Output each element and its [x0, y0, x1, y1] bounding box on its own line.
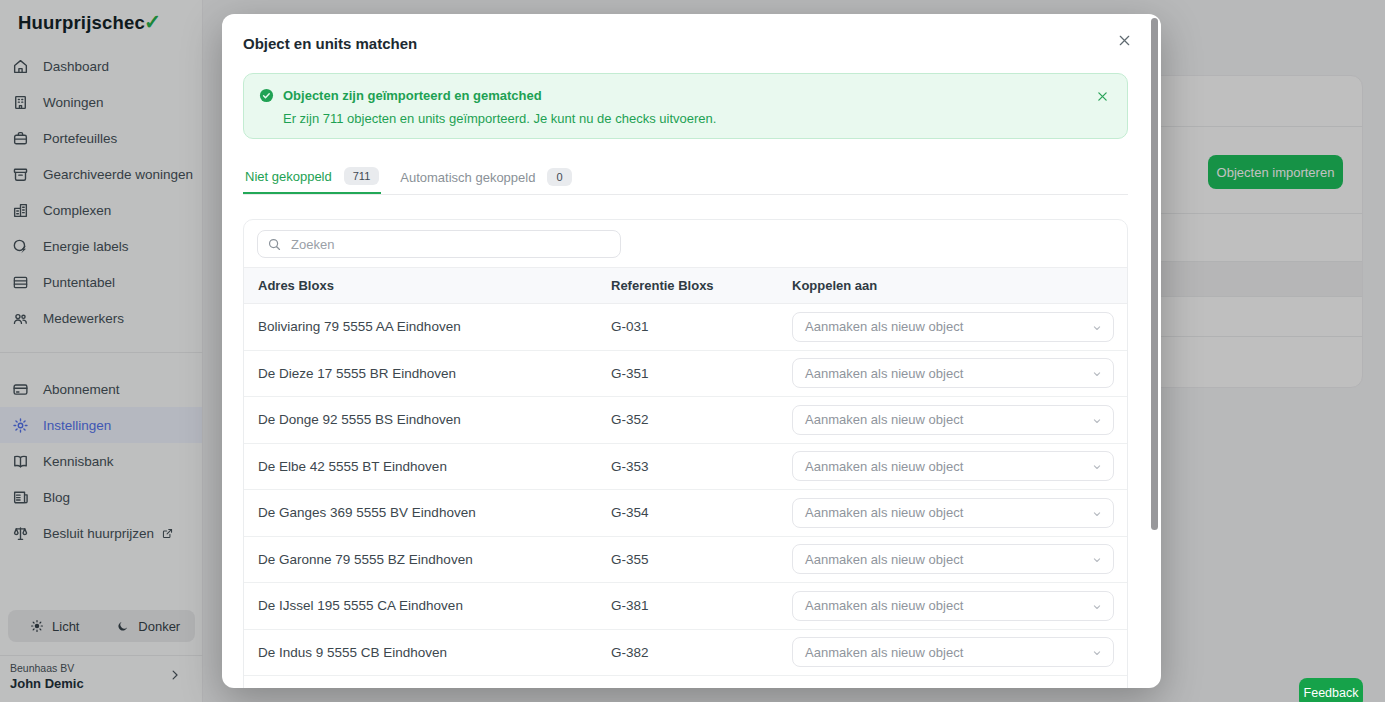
row-reference: G-382	[597, 645, 792, 660]
tab-automatisch-gekoppeld[interactable]: Automatisch gekoppeld 0	[398, 160, 573, 194]
table-row: De Elbe 42 5555 BT Eindhoven G-353 Aanma…	[244, 444, 1127, 491]
table-row: De Donge 92 5555 BS Eindhoven G-352 Aanm…	[244, 397, 1127, 444]
chevron-down-icon	[1091, 415, 1103, 427]
row-address: De Dieze 17 5555 BR Eindhoven	[244, 366, 597, 381]
alert-close-icon[interactable]	[1096, 90, 1109, 103]
koppelen-dropdown[interactable]: Aanmaken als nieuw object	[792, 451, 1114, 481]
alert-title: Objecten zijn geïmporteerd en gematched	[283, 88, 542, 103]
table-row: Boliviaring 79 5555 AA Eindhoven G-031 A…	[244, 304, 1127, 351]
chevron-down-icon	[1091, 554, 1103, 566]
row-reference: G-353	[597, 459, 792, 474]
row-reference: G-031	[597, 319, 792, 334]
table-row-partial	[244, 676, 1127, 688]
koppelen-dropdown[interactable]: Aanmaken als nieuw object	[792, 312, 1114, 342]
row-reference: G-354	[597, 505, 792, 520]
feedback-button[interactable]: Feedback	[1299, 678, 1363, 702]
column-header-adres: Adres Bloxs	[244, 278, 597, 293]
table-body: Boliviaring 79 5555 AA Eindhoven G-031 A…	[244, 304, 1127, 676]
modal-close-icon[interactable]	[1117, 33, 1132, 48]
row-address: Boliviaring 79 5555 AA Eindhoven	[244, 319, 597, 334]
chevron-down-icon	[1091, 322, 1103, 334]
modal-scrollbar[interactable]	[1151, 18, 1158, 530]
row-reference: G-351	[597, 366, 792, 381]
row-address: De Elbe 42 5555 BT Eindhoven	[244, 459, 597, 474]
koppelen-dropdown[interactable]: Aanmaken als nieuw object	[792, 405, 1114, 435]
chevron-down-icon	[1091, 368, 1103, 380]
row-address: De Donge 92 5555 BS Eindhoven	[244, 412, 597, 427]
match-objects-modal: Object en units matchen Objecten zijn ge…	[222, 14, 1161, 688]
row-reference: G-355	[597, 552, 792, 567]
modal-tabs: Niet gekoppeld 711 Automatisch gekoppeld…	[243, 160, 1128, 195]
koppelen-dropdown[interactable]: Aanmaken als nieuw object	[792, 544, 1114, 574]
row-reference: G-352	[597, 412, 792, 427]
row-address: De Indus 9 5555 CB Eindhoven	[244, 645, 597, 660]
column-header-koppelen: Koppelen aan	[792, 278, 1127, 293]
column-header-referentie: Referentie Bloxs	[597, 278, 792, 293]
success-alert: Objecten zijn geïmporteerd en gematched …	[243, 73, 1128, 139]
table-row: De Garonne 79 5555 BZ Eindhoven G-355 Aa…	[244, 537, 1127, 584]
modal-title: Object en units matchen	[243, 35, 417, 52]
table-header: Adres Bloxs Referentie Bloxs Koppelen aa…	[244, 267, 1127, 304]
tab-badge: 0	[547, 168, 571, 186]
chevron-down-icon	[1091, 601, 1103, 613]
chevron-down-icon	[1091, 647, 1103, 659]
koppelen-dropdown[interactable]: Aanmaken als nieuw object	[792, 637, 1114, 667]
koppelen-dropdown[interactable]: Aanmaken als nieuw object	[792, 591, 1114, 621]
koppelen-dropdown[interactable]: Aanmaken als nieuw object	[792, 498, 1114, 528]
table-row: De Dieze 17 5555 BR Eindhoven G-351 Aanm…	[244, 351, 1127, 398]
chevron-down-icon	[1091, 461, 1103, 473]
search-icon	[267, 237, 282, 252]
koppelen-dropdown[interactable]: Aanmaken als nieuw object	[792, 358, 1114, 388]
check-circle-icon	[259, 88, 274, 103]
row-address: De Ganges 369 5555 BV Eindhoven	[244, 505, 597, 520]
tab-badge: 711	[344, 167, 380, 185]
row-reference: G-381	[597, 598, 792, 613]
chevron-down-icon	[1091, 508, 1103, 520]
row-address: De Garonne 79 5555 BZ Eindhoven	[244, 552, 597, 567]
match-table-card: Adres Bloxs Referentie Bloxs Koppelen aa…	[243, 219, 1128, 688]
search-input[interactable]	[257, 230, 621, 258]
table-row: De Indus 9 5555 CB Eindhoven G-382 Aanma…	[244, 630, 1127, 677]
table-row: De Ganges 369 5555 BV Eindhoven G-354 Aa…	[244, 490, 1127, 537]
alert-message: Er zijn 711 objecten en units geïmportee…	[283, 111, 716, 126]
tab-niet-gekoppeld[interactable]: Niet gekoppeld 711	[243, 160, 381, 194]
row-address: De IJssel 195 5555 CA Eindhoven	[244, 598, 597, 613]
table-row: De IJssel 195 5555 CA Eindhoven G-381 Aa…	[244, 583, 1127, 630]
